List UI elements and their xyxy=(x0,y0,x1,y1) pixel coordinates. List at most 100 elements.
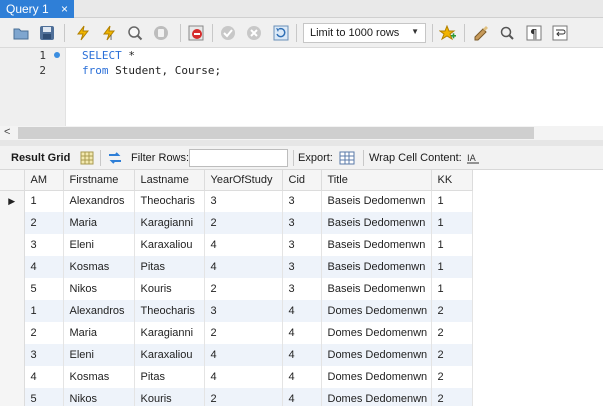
table-cell[interactable]: Maria xyxy=(63,322,135,344)
table-row[interactable]: 5 Nikos Kouris 2 4 Domes Dedomenwn 2 xyxy=(0,388,473,406)
grid-view-icon[interactable] xyxy=(78,149,96,167)
table-row[interactable]: 2 Maria Karagianni 2 3 Baseis Dedomenwn 1 xyxy=(0,212,473,234)
table-cell[interactable]: Kosmas xyxy=(63,256,135,278)
row-header[interactable] xyxy=(0,366,25,388)
table-cell[interactable]: 4 xyxy=(282,344,322,366)
favorite-add-icon[interactable] xyxy=(439,24,457,42)
table-cell[interactable]: Theocharis xyxy=(134,300,205,322)
result-grid[interactable]: AM Firstname Lastname YearOfStudy Cid Ti… xyxy=(0,170,603,406)
table-cell[interactable]: Karagianni xyxy=(134,212,205,234)
table-cell[interactable]: Baseis Dedomenwn xyxy=(321,234,432,256)
table-cell[interactable]: 3 xyxy=(204,190,283,212)
table-cell[interactable]: 2 xyxy=(431,366,473,388)
row-header[interactable] xyxy=(0,278,25,300)
table-cell[interactable]: 4 xyxy=(24,256,64,278)
scroll-left-icon[interactable]: < xyxy=(4,126,10,138)
table-cell[interactable]: Pitas xyxy=(134,366,205,388)
table-cell[interactable]: 3 xyxy=(204,300,283,322)
table-cell[interactable]: 5 xyxy=(24,278,64,300)
table-cell[interactable]: 2 xyxy=(431,300,473,322)
table-cell[interactable]: 5 xyxy=(24,388,64,406)
column-header[interactable]: YearOfStudy xyxy=(204,170,283,191)
table-cell[interactable]: 1 xyxy=(431,234,473,256)
table-cell[interactable]: 4 xyxy=(282,388,322,406)
table-cell[interactable]: Kouris xyxy=(134,388,205,406)
table-cell[interactable]: Baseis Dedomenwn xyxy=(321,212,432,234)
table-cell[interactable]: 4 xyxy=(282,300,322,322)
table-cell[interactable]: 2 xyxy=(204,388,283,406)
table-cell[interactable]: 4 xyxy=(204,256,283,278)
stop-icon[interactable] xyxy=(152,24,170,42)
row-header[interactable] xyxy=(0,300,25,322)
table-cell[interactable]: Karaxaliou xyxy=(134,344,205,366)
table-cell[interactable]: 1 xyxy=(431,256,473,278)
table-cell[interactable]: 2 xyxy=(204,212,283,234)
table-cell[interactable]: 4 xyxy=(282,366,322,388)
table-cell[interactable]: Kosmas xyxy=(63,366,135,388)
table-cell[interactable]: Baseis Dedomenwn xyxy=(321,190,432,212)
find-icon[interactable] xyxy=(498,24,516,42)
table-cell[interactable]: Baseis Dedomenwn xyxy=(321,256,432,278)
wrap-cell-icon[interactable]: IA xyxy=(464,149,482,167)
editor-horizontal-scrollbar[interactable]: < xyxy=(0,126,603,140)
wrap-icon[interactable] xyxy=(551,24,569,42)
table-cell[interactable]: Domes Dedomenwn xyxy=(321,388,432,406)
table-cell[interactable]: Nikos xyxy=(63,278,135,300)
table-cell[interactable]: 2 xyxy=(24,212,64,234)
row-header[interactable]: ▶ xyxy=(0,190,25,212)
column-header[interactable]: Lastname xyxy=(134,170,205,191)
table-cell[interactable]: Domes Dedomenwn xyxy=(321,300,432,322)
table-cell[interactable]: Eleni xyxy=(63,344,135,366)
row-header[interactable] xyxy=(0,256,25,278)
table-cell[interactable]: Karaxaliou xyxy=(134,234,205,256)
row-header[interactable] xyxy=(0,322,25,344)
table-cell[interactable]: Alexandros xyxy=(63,300,135,322)
table-cell[interactable]: 2 xyxy=(204,278,283,300)
execute-icon[interactable] xyxy=(74,24,92,42)
table-cell[interactable]: 1 xyxy=(24,190,64,212)
close-icon[interactable]: × xyxy=(61,2,68,16)
explain-icon[interactable] xyxy=(126,24,144,42)
table-cell[interactable]: 4 xyxy=(282,322,322,344)
filter-rows-input[interactable] xyxy=(189,149,288,167)
table-cell[interactable]: 3 xyxy=(282,256,322,278)
row-header[interactable] xyxy=(0,344,25,366)
table-cell[interactable]: Baseis Dedomenwn xyxy=(321,278,432,300)
autocommit-icon[interactable] xyxy=(272,24,290,42)
rollback-icon[interactable] xyxy=(245,24,263,42)
table-cell[interactable]: 4 xyxy=(204,366,283,388)
table-cell[interactable]: Maria xyxy=(63,212,135,234)
refresh-icon[interactable] xyxy=(106,149,124,167)
column-header[interactable]: Cid xyxy=(282,170,322,191)
table-cell[interactable]: 2 xyxy=(431,322,473,344)
table-cell[interactable]: Kouris xyxy=(134,278,205,300)
limit-rows-select[interactable]: Limit to 1000 rows ▼ xyxy=(303,23,426,43)
table-row[interactable]: 3 Eleni Karaxaliou 4 4 Domes Dedomenwn 2 xyxy=(0,344,473,366)
table-cell[interactable]: Alexandros xyxy=(63,190,135,212)
table-cell[interactable]: 3 xyxy=(24,344,64,366)
table-cell[interactable]: 3 xyxy=(282,278,322,300)
invisible-chars-icon[interactable]: ¶ xyxy=(525,24,543,42)
table-cell[interactable]: Domes Dedomenwn xyxy=(321,344,432,366)
beautify-icon[interactable] xyxy=(472,24,490,42)
table-row[interactable]: 3 Eleni Karaxaliou 4 3 Baseis Dedomenwn 1 xyxy=(0,234,473,256)
scrollbar-thumb[interactable] xyxy=(18,127,534,139)
open-folder-icon[interactable] xyxy=(12,24,30,42)
table-cell[interactable]: Pitas xyxy=(134,256,205,278)
table-cell[interactable]: Nikos xyxy=(63,388,135,406)
column-header[interactable]: Firstname xyxy=(63,170,135,191)
table-cell[interactable]: 4 xyxy=(204,344,283,366)
table-cell[interactable]: 2 xyxy=(431,388,473,406)
table-cell[interactable]: 2 xyxy=(204,322,283,344)
row-header[interactable] xyxy=(0,234,25,256)
sql-editor[interactable]: 1 2 SELECT * from Student, Course; xyxy=(0,48,603,126)
table-row[interactable]: 4 Kosmas Pitas 4 3 Baseis Dedomenwn 1 xyxy=(0,256,473,278)
tab-query-1[interactable]: Query 1 × xyxy=(0,0,74,18)
table-cell[interactable]: Domes Dedomenwn xyxy=(321,322,432,344)
table-row[interactable]: 1 Alexandros Theocharis 3 4 Domes Dedomenwn 2 xyxy=(0,300,473,322)
table-cell[interactable]: 2 xyxy=(431,344,473,366)
table-cell[interactable]: Karagianni xyxy=(134,322,205,344)
table-cell[interactable]: 3 xyxy=(282,234,322,256)
column-header[interactable]: AM xyxy=(24,170,64,191)
table-cell[interactable]: 1 xyxy=(431,278,473,300)
